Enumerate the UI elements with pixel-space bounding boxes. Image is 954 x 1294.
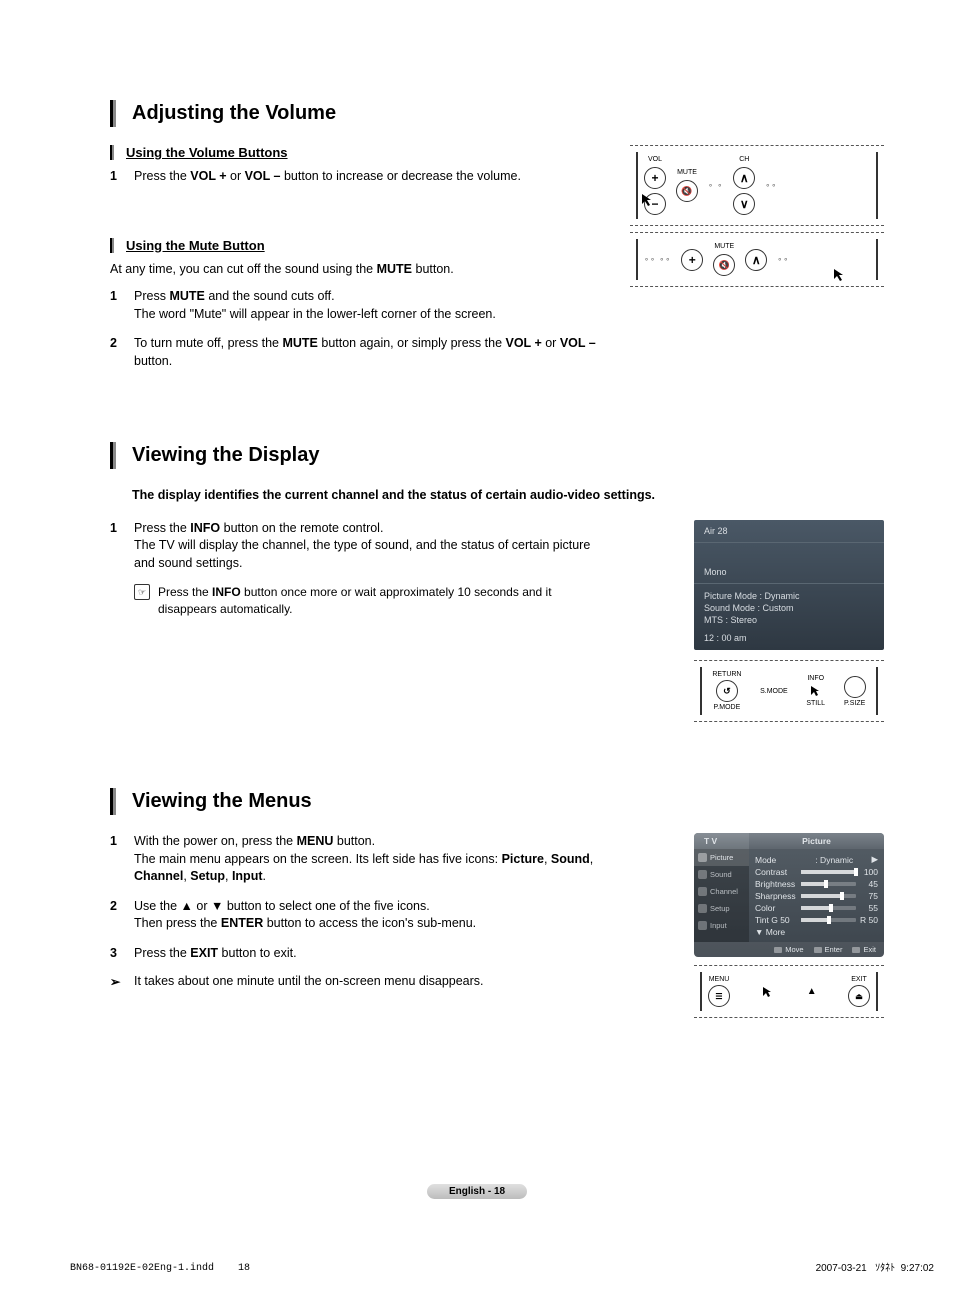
menu-side-item: Picture bbox=[694, 849, 749, 866]
osd-picture-mode: Picture Mode : Dynamic bbox=[704, 590, 874, 602]
remote-diagram-vol: VOL + − MUTE 🔇 ∘ ∘ CH ∧ bbox=[630, 145, 884, 226]
vol-up-icon: + bbox=[644, 167, 666, 189]
osd-menu: T V Picture PictureSoundChannelSetupInpu… bbox=[694, 833, 884, 957]
ch-up-icon: ∧ bbox=[745, 249, 767, 271]
step-number: 1 bbox=[110, 833, 134, 886]
menu-foot-enter: Enter bbox=[814, 945, 843, 954]
note-icon: ☞ bbox=[134, 584, 150, 600]
step-number: 2 bbox=[110, 898, 134, 933]
label-ch: CH bbox=[739, 156, 749, 163]
remote-diagram-menu: MENU ☰ ▲ EXIT ⏏ bbox=[694, 965, 884, 1018]
note-text: Press the INFO button once more or wait … bbox=[158, 584, 610, 618]
note-text: It takes about one minute until the on-s… bbox=[134, 974, 484, 989]
step-number: 1 bbox=[110, 288, 134, 323]
heading-bar bbox=[110, 100, 116, 127]
menu-row: Mode: Dynamic▶ bbox=[755, 853, 878, 866]
osd-info-display: Air 28 Mono Picture Mode : Dynamic Sound… bbox=[694, 520, 884, 651]
mute-icon: 🔇 bbox=[676, 180, 698, 202]
intro-text: The display identifies the current chann… bbox=[132, 487, 884, 504]
label-vol: VOL bbox=[648, 156, 662, 163]
cursor-pointer-icon bbox=[832, 267, 848, 283]
label-smode: S.MODE bbox=[760, 688, 788, 695]
osd-mts: MTS : Stereo bbox=[704, 614, 874, 626]
step-number: 1 bbox=[110, 520, 134, 573]
cursor-pointer-icon bbox=[761, 985, 775, 999]
menu-row: Tint G 50R 50 bbox=[755, 914, 878, 926]
cursor-pointer-icon bbox=[809, 684, 823, 698]
osd-channel: Air 28 bbox=[694, 520, 884, 542]
osd-sound-mode: Sound Mode : Custom bbox=[704, 602, 874, 614]
menu-row: Contrast100 bbox=[755, 866, 878, 878]
label-menu: MENU bbox=[709, 976, 730, 983]
menu-side-item: Channel bbox=[694, 883, 749, 900]
mute-icon: 🔇 bbox=[713, 254, 735, 276]
blank-icon bbox=[844, 676, 866, 698]
step-text: Press the VOL + or VOL – button to incre… bbox=[134, 168, 610, 186]
menu-row: Color55 bbox=[755, 902, 878, 914]
exit-icon: ⏏ bbox=[848, 985, 870, 1007]
step-number: 1 bbox=[110, 168, 134, 186]
section-heading: Viewing the Display bbox=[132, 442, 319, 469]
label-mute: MUTE bbox=[714, 243, 734, 250]
section-adjusting-volume: Adjusting the Volume Using the Volume Bu… bbox=[110, 100, 884, 382]
label-exit: EXIT bbox=[851, 976, 867, 983]
step-text: Press the EXIT button to exit. bbox=[134, 945, 610, 963]
section-heading: Viewing the Menus bbox=[132, 788, 312, 815]
footer-filename: BN68-01192E-02Eng-1.indd bbox=[70, 1263, 214, 1274]
footer-date: 2007-03-21 bbox=[816, 1263, 867, 1274]
menu-tv-label: T V bbox=[694, 833, 749, 849]
ch-up-icon: ∧ bbox=[733, 167, 755, 189]
menu-more: ▼ More bbox=[755, 926, 878, 938]
label-mute: MUTE bbox=[677, 169, 697, 176]
step-text: To turn mute off, press the MUTE button … bbox=[134, 335, 610, 370]
ch-down-icon: ∨ bbox=[733, 193, 755, 215]
section-viewing-menus: Viewing the Menus 1 With the power on, p… bbox=[110, 788, 884, 1024]
step-number: 2 bbox=[110, 335, 134, 370]
menu-title: Picture bbox=[749, 833, 884, 849]
label-still: STILL bbox=[806, 700, 825, 707]
label-psize: P.SIZE bbox=[844, 700, 865, 707]
remote-diagram-mute: ∘∘ ∘∘ + MUTE 🔇 ∧ ∘∘ bbox=[630, 232, 884, 287]
menu-side-item: Sound bbox=[694, 866, 749, 883]
label-pmode: P.MODE bbox=[714, 704, 741, 711]
step-number: 3 bbox=[110, 945, 134, 963]
sub-bar bbox=[110, 238, 114, 253]
footer-time: 9:27:02 bbox=[901, 1263, 934, 1274]
intro-text: At any time, you can cut off the sound u… bbox=[110, 261, 610, 279]
section-heading: Adjusting the Volume bbox=[132, 100, 336, 127]
menu-row: Brightness45 bbox=[755, 878, 878, 890]
label-return: RETURN bbox=[712, 671, 741, 678]
osd-time: 12 : 00 am bbox=[704, 632, 874, 644]
menu-foot-exit: Exit bbox=[852, 945, 876, 954]
step-text: Press MUTE and the sound cuts off.The wo… bbox=[134, 288, 610, 323]
menu-sidebar: PictureSoundChannelSetupInput bbox=[694, 849, 749, 942]
vol-up-icon: + bbox=[681, 249, 703, 271]
subsection-heading: Using the Mute Button bbox=[126, 238, 265, 253]
step-text: With the power on, press the MENU button… bbox=[134, 833, 610, 886]
step-text: Use the ▲ or ▼ button to select one of t… bbox=[134, 898, 610, 933]
subsection-heading: Using the Volume Buttons bbox=[126, 145, 288, 160]
menu-row: Sharpness75 bbox=[755, 890, 878, 902]
footer-page: 18 bbox=[238, 1263, 250, 1274]
menu-main: Mode: Dynamic▶Contrast100Brightness45Sha… bbox=[749, 849, 884, 942]
remote-diagram-info: RETURN ↺ P.MODE S.MODE INFO STILL bbox=[694, 660, 884, 722]
label-info: INFO bbox=[807, 675, 824, 682]
heading-bar bbox=[110, 442, 116, 469]
heading-bar bbox=[110, 788, 116, 815]
return-icon: ↺ bbox=[716, 680, 738, 702]
section-viewing-display: Viewing the Display The display identifi… bbox=[110, 442, 884, 728]
sub-bar bbox=[110, 145, 114, 160]
footer-timestamp: 2007-03-21 ｿﾀﾈﾄ 9:27:02 bbox=[816, 1259, 934, 1274]
page-number: English - 18 bbox=[427, 1184, 527, 1199]
footer-file-info: BN68-01192E-02Eng-1.indd 18 bbox=[70, 1263, 250, 1274]
menu-foot-move: Move bbox=[774, 945, 803, 954]
osd-sound-type: Mono bbox=[694, 542, 884, 583]
arrow-icon: ➢ bbox=[110, 974, 134, 989]
step-text: Press the INFO button on the remote cont… bbox=[134, 520, 610, 573]
cursor-pointer-icon bbox=[640, 192, 656, 208]
menu-side-item: Input bbox=[694, 917, 749, 934]
menu-side-item: Setup bbox=[694, 900, 749, 917]
footer-mid: ｿﾀﾈﾄ bbox=[875, 1263, 895, 1274]
menu-icon: ☰ bbox=[708, 985, 730, 1007]
